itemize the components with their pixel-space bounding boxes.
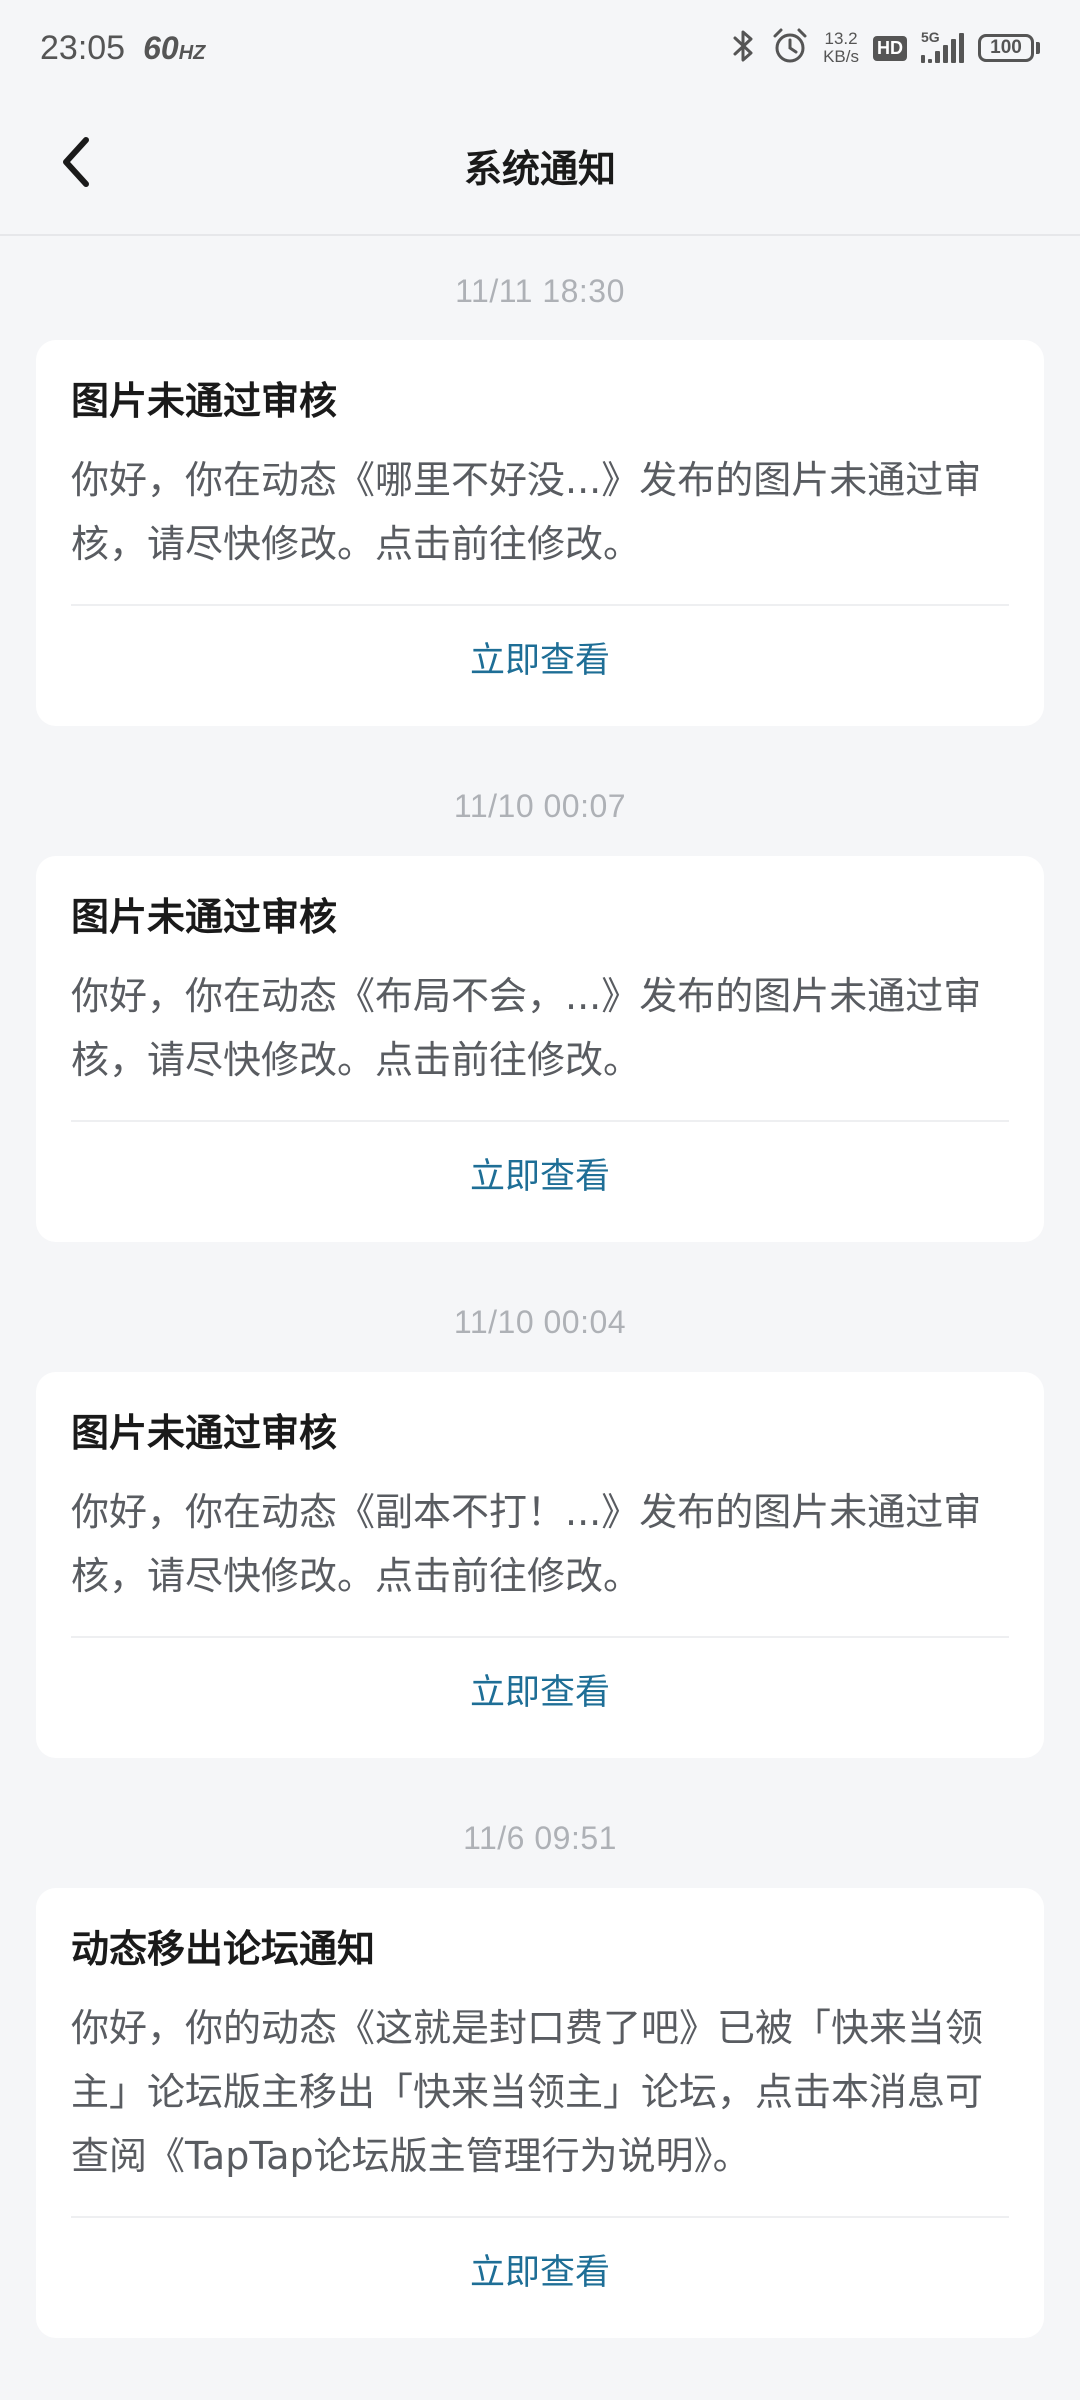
- notification-title: 动态移出论坛通知: [71, 1927, 376, 1971]
- status-bar: 23:05 60HZ 13.2 KB/s HD 5G 100: [0, 0, 1080, 96]
- notification-time: 11/6 09:51: [463, 1820, 617, 1856]
- page-title: 系统通知: [463, 146, 616, 191]
- notification-card[interactable]: 动态移出论坛通知 你好，你的动态《这就是封口费了吧》已被「快来当领主」论坛版主移…: [36, 1888, 1044, 2338]
- view-now-button[interactable]: 立即查看: [71, 1638, 1009, 1748]
- notification-title: 图片未通过审核: [71, 895, 338, 939]
- notification-card[interactable]: 图片未通过审核 你好，你在动态《哪里不好没...》发布的图片未通过审核，请尽快修…: [36, 340, 1044, 726]
- network-speed-value: 13.2: [824, 29, 858, 48]
- notification-title: 图片未通过审核: [71, 1411, 338, 1455]
- refresh-rate-unit: HZ: [178, 41, 206, 64]
- notification-time: 11/10 00:07: [453, 788, 627, 824]
- notification-title: 图片未通过审核: [71, 379, 338, 423]
- back-button[interactable]: [40, 128, 112, 200]
- view-now-button[interactable]: 立即查看: [71, 1122, 1009, 1232]
- notification-card[interactable]: 图片未通过审核 你好，你在动态《副本不打！...》发布的图片未通过审核，请尽快修…: [36, 1372, 1044, 1758]
- refresh-rate-value: 60: [143, 29, 179, 66]
- notification-time: 11/10 00:04: [453, 1304, 627, 1340]
- notification-body: 你好，你的动态《这就是封口费了吧》已被「快来当领主」论坛版主移出「快来当领主」论…: [71, 2006, 984, 2178]
- status-right: 13.2 KB/s HD 5G 100: [731, 27, 1040, 69]
- view-now-button[interactable]: 立即查看: [71, 2218, 1009, 2328]
- bluetooth-icon: [731, 29, 757, 67]
- nav-bar: 系统通知: [0, 96, 1080, 236]
- network-type: 5G: [921, 29, 940, 45]
- chevron-left-icon: [56, 134, 96, 194]
- status-left: 23:05 60HZ: [40, 29, 205, 68]
- notification-time: 11/11 18:30: [455, 273, 625, 309]
- network-speed-unit: KB/s: [823, 47, 859, 66]
- view-now-button[interactable]: 立即查看: [71, 606, 1009, 716]
- battery-level: 100: [978, 34, 1034, 62]
- notification-body: 你好，你在动态《布局不会，...》发布的图片未通过审核，请尽快修改。点击前往修改…: [71, 974, 982, 1082]
- battery-icon: 100: [978, 34, 1040, 62]
- notification-body: 你好，你在动态《副本不打！...》发布的图片未通过审核，请尽快修改。点击前往修改…: [71, 1490, 982, 1598]
- notification-body: 你好，你在动态《哪里不好没...》发布的图片未通过审核，请尽快修改。点击前往修改…: [71, 458, 982, 566]
- notification-card[interactable]: 图片未通过审核 你好，你在动态《布局不会，...》发布的图片未通过审核，请尽快修…: [36, 856, 1044, 1242]
- signal-icon: 5G: [921, 29, 964, 63]
- network-speed: 13.2 KB/s: [823, 30, 859, 66]
- alarm-icon: [771, 27, 809, 69]
- status-time: 23:05: [40, 28, 126, 67]
- hd-badge: HD: [873, 35, 907, 61]
- refresh-rate: 60HZ: [143, 30, 205, 67]
